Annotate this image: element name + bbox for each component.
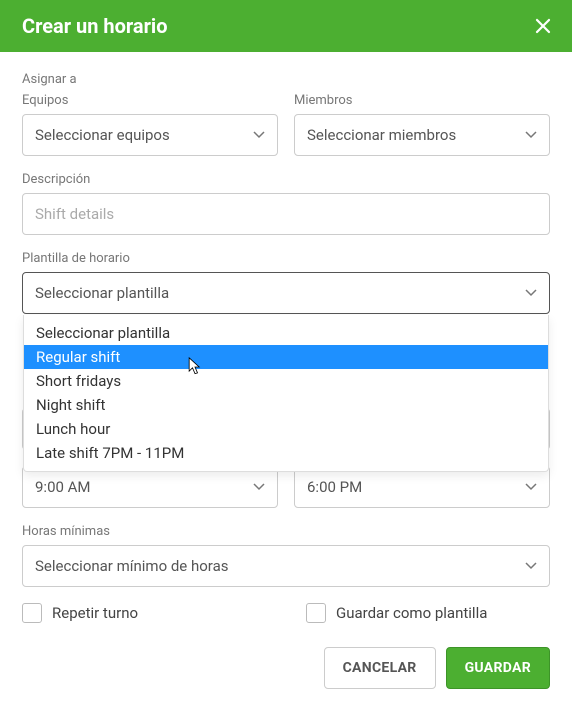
template-select[interactable]: Seleccionar plantilla Seleccionar planti… — [22, 272, 550, 314]
repeat-shift-label: Repetir turno — [52, 604, 138, 622]
save-button[interactable]: GUARDAR — [446, 647, 550, 689]
modal-title: Crear un horario — [22, 14, 168, 38]
min-hours-label: Horas mínimas — [22, 524, 550, 539]
template-dropdown: Seleccionar plantilla Regular shift Shor… — [23, 315, 549, 472]
end-time-value: 6:00 PM — [307, 478, 362, 496]
teams-label: Equipos — [22, 93, 278, 108]
caret-down-icon — [253, 483, 265, 491]
checkbox-box — [306, 603, 326, 623]
template-option[interactable]: Regular shift — [24, 345, 548, 369]
repeat-shift-checkbox[interactable]: Repetir turno — [22, 603, 266, 623]
template-option[interactable]: Seleccionar plantilla — [24, 321, 548, 345]
template-option[interactable]: Lunch hour — [24, 417, 548, 441]
assign-to-label: Asignar a — [22, 72, 550, 87]
description-input[interactable] — [22, 193, 550, 235]
caret-down-icon — [525, 289, 537, 297]
cancel-button[interactable]: CANCELAR — [324, 647, 436, 689]
save-as-template-checkbox[interactable]: Guardar como plantilla — [306, 603, 550, 623]
template-select-value: Seleccionar plantilla — [35, 284, 169, 302]
close-icon[interactable] — [534, 17, 552, 35]
caret-down-icon — [525, 562, 537, 570]
template-label: Plantilla de horario — [22, 251, 550, 266]
members-label: Miembros — [294, 93, 550, 108]
modal-body: Asignar a Equipos Seleccionar equipos Mi… — [0, 52, 572, 711]
start-time-value: 9:00 AM — [35, 478, 91, 496]
checkbox-box — [22, 603, 42, 623]
members-select-value: Seleccionar miembros — [307, 126, 456, 144]
start-time-select[interactable]: 9:00 AM — [22, 466, 278, 508]
template-option[interactable]: Night shift — [24, 393, 548, 417]
modal-header: Crear un horario — [0, 0, 572, 52]
template-option[interactable]: Late shift 7PM - 11PM — [24, 441, 548, 465]
caret-down-icon — [525, 483, 537, 491]
caret-down-icon — [525, 131, 537, 139]
description-label: Descripción — [22, 172, 550, 187]
teams-select-value: Seleccionar equipos — [35, 126, 170, 144]
teams-select[interactable]: Seleccionar equipos — [22, 114, 278, 156]
min-hours-value: Seleccionar mínimo de horas — [35, 557, 228, 575]
min-hours-select[interactable]: Seleccionar mínimo de horas — [22, 545, 550, 587]
end-time-select[interactable]: 6:00 PM — [294, 466, 550, 508]
create-schedule-modal: Crear un horario Asignar a Equipos Selec… — [0, 0, 572, 711]
modal-footer: CANCELAR GUARDAR — [22, 647, 550, 689]
caret-down-icon — [253, 131, 265, 139]
members-select[interactable]: Seleccionar miembros — [294, 114, 550, 156]
template-option[interactable]: Short fridays — [24, 369, 548, 393]
save-as-template-label: Guardar como plantilla — [336, 604, 487, 622]
